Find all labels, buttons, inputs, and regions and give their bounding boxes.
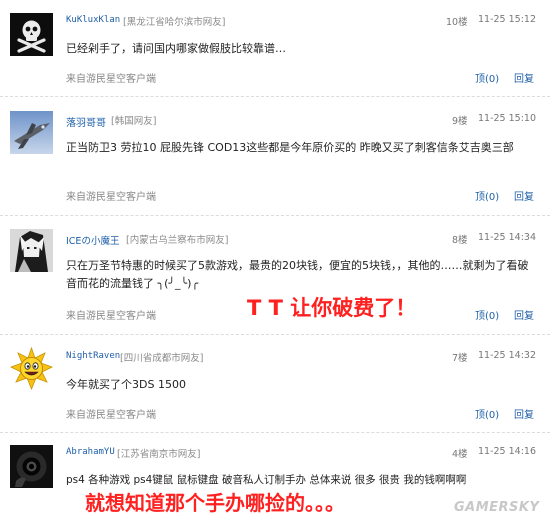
- floor-number: 10楼: [446, 17, 468, 28]
- caption-overlay: 就想知道那个手办哪捡的。。。: [85, 491, 345, 515]
- upvote-button[interactable]: 顶(0): [475, 188, 499, 203]
- anime-character-icon: [10, 229, 53, 272]
- upvote-count: (0): [485, 311, 500, 322]
- reply-button[interactable]: 回复: [514, 406, 534, 421]
- upvote-label: 顶: [475, 74, 485, 85]
- upvote-count: (0): [485, 74, 500, 85]
- comment-text: 正当防卫3 劳拉10 屁股先锋 COD13这些都是今年原价买的 昨晚又买了刺客信…: [66, 141, 514, 154]
- post-time: 11-25 15:10: [478, 113, 537, 124]
- watermark-logo: GAMERSKY: [454, 500, 540, 515]
- username[interactable]: KuKluxKlan: [66, 15, 120, 25]
- comment-text: 只在万圣节特惠的时候买了5款游戏，最贵的20块钱，便宜的5块钱，，其他的……就剩…: [66, 259, 529, 290]
- sun-face-icon: [10, 347, 53, 390]
- floor-number: 9楼: [452, 116, 468, 127]
- skull-crossbones-icon: [10, 13, 53, 56]
- caption-overlay: T T 让你破费了！: [247, 296, 417, 320]
- upvote-label: 顶: [475, 192, 485, 203]
- upvote-button[interactable]: 顶(0): [475, 406, 499, 421]
- avatar[interactable]: [10, 347, 53, 390]
- floor-number: 8楼: [452, 235, 468, 246]
- username[interactable]: ICEの小魔王: [66, 233, 119, 247]
- post-time: 11-25 14:34: [478, 232, 537, 243]
- avatar[interactable]: [10, 229, 53, 272]
- client-source: 来自游民星空客户端: [66, 410, 156, 421]
- avatar[interactable]: [10, 445, 53, 488]
- comment-item: KuKluxKlan [黑龙江省哈尔滨市网友] 10楼 11-25 15:12 …: [0, 0, 550, 96]
- upvote-button[interactable]: 顶(0): [475, 70, 499, 85]
- reply-button[interactable]: 回复: [514, 188, 534, 203]
- floor-number: 4楼: [452, 449, 468, 460]
- revolver-icon: [10, 445, 53, 488]
- user-location: [韩国网友]: [111, 116, 157, 127]
- username[interactable]: NightRaven: [66, 351, 120, 361]
- username[interactable]: AbrahamYU: [66, 447, 115, 457]
- floor-number: 7楼: [452, 353, 468, 364]
- avatar[interactable]: [10, 111, 53, 154]
- upvote-count: (0): [485, 410, 500, 421]
- reply-button[interactable]: 回复: [514, 70, 534, 85]
- post-time: 11-25 14:16: [478, 446, 537, 457]
- post-time: 11-25 15:12: [478, 14, 537, 25]
- username[interactable]: 落羽哥哥: [66, 114, 106, 129]
- comment-item: NightRaven [四川省成都市网友] 7楼 11-25 14:32 今年就…: [0, 335, 550, 433]
- client-source: 来自游民星空客户端: [66, 311, 156, 322]
- client-source: 来自游民星空客户端: [66, 192, 156, 203]
- user-location: [黑龙江省哈尔滨市网友]: [123, 17, 226, 28]
- reply-button[interactable]: 回复: [514, 307, 534, 322]
- post-time: 11-25 14:32: [478, 350, 537, 361]
- comment-item: 落羽哥哥 [韩国网友] 9楼 11-25 15:10 正当防卫3 劳拉10 屁股…: [0, 97, 550, 215]
- user-location: [江苏省南京市网友]: [117, 449, 201, 460]
- upvote-label: 顶: [475, 311, 485, 322]
- upvote-label: 顶: [475, 410, 485, 421]
- client-source: 来自游民星空客户端: [66, 74, 156, 85]
- user-location: [内蒙古乌兰察布市网友]: [126, 235, 229, 246]
- fighter-jet-icon: [10, 111, 53, 154]
- upvote-button[interactable]: 顶(0): [475, 307, 499, 322]
- comment-text: 今年就买了个3DS 1500: [66, 378, 186, 391]
- avatar[interactable]: [10, 13, 53, 56]
- comment-text: 已经剁手了，请问国内哪家做假肢比较靠谱…: [66, 42, 286, 55]
- upvote-count: (0): [485, 192, 500, 203]
- user-location: [四川省成都市网友]: [120, 353, 204, 364]
